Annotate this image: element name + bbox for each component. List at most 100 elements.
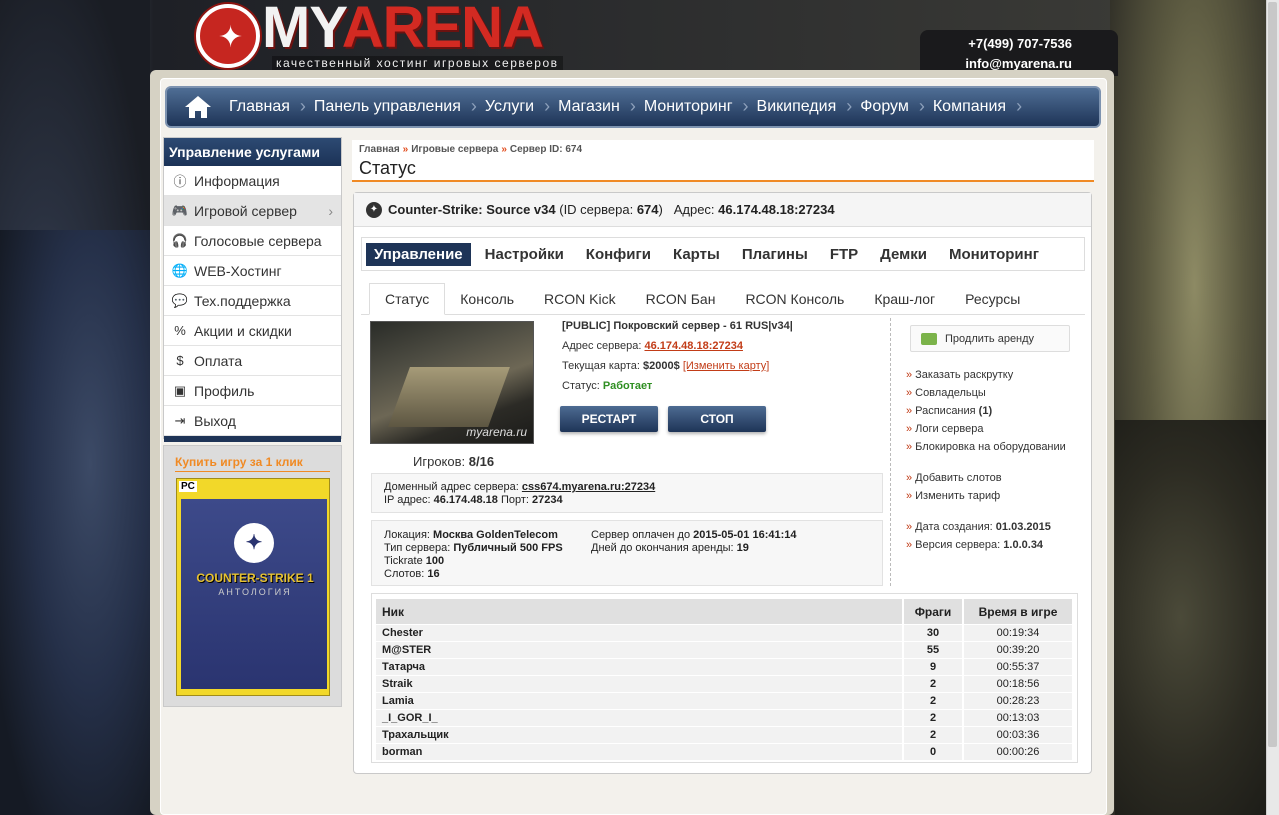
col-nick[interactable]: Ник [376, 599, 904, 624]
map-preview-image: myarena.ru [370, 321, 534, 444]
sidebar-item-voice-servers[interactable]: 🎧 Голосовые сервера [164, 226, 341, 256]
created-date: 01.03.2015 [995, 521, 1051, 533]
logo-icon[interactable]: ✦ [196, 4, 260, 68]
subtab-status[interactable]: Статус [369, 283, 446, 315]
logo-text[interactable]: MYARENA [262, 0, 544, 58]
subtab-rcon-kick[interactable]: RCON Kick [529, 284, 631, 314]
change-map-link[interactable]: [Изменить карту] [683, 360, 770, 372]
status-badge: Работает [602, 380, 653, 392]
map-value: $2000$ [643, 360, 680, 372]
server-address-link[interactable]: 46.174.48.18:27234 [644, 340, 742, 352]
tab-plugins[interactable]: Плагины [734, 243, 816, 266]
tab-settings[interactable]: Настройки [477, 243, 572, 266]
counter-strike-logo-icon: ✦ [234, 523, 274, 563]
link-promote[interactable]: » Заказать раскрутку [906, 366, 1076, 384]
link-schedules[interactable]: » Расписания (1) [906, 402, 1076, 420]
subtab-rcon-ban[interactable]: RCON Бан [631, 284, 731, 314]
paid-value: 2015-05-01 16:41:14 [693, 529, 797, 541]
subtab-resources[interactable]: Ресурсы [950, 284, 1035, 314]
link-server-logs[interactable]: » Логи сервера [906, 420, 1076, 438]
players-table-box: Ник Фраги Время в игре Chester 30 00:19:34… [371, 593, 1078, 763]
main-nav: Главная Панель управления Услуги Магазин… [165, 86, 1101, 128]
players-count: Игроков: 8/16 [413, 454, 494, 469]
sidebar-item-label: Оплата [194, 352, 243, 369]
dollar-icon: $ [176, 353, 184, 368]
player-time: 00:18:56 [964, 676, 1074, 692]
player-nick: _I_GOR_I_ [376, 710, 904, 726]
chevron-right-icon: › [328, 202, 333, 219]
chat-icon: 💬 [171, 292, 189, 308]
stop-button[interactable]: СТОП [668, 406, 766, 432]
tab-maps[interactable]: Карты [665, 243, 728, 266]
nav-item-shop[interactable]: Магазин [546, 96, 635, 117]
col-frags[interactable]: Фраги [904, 599, 964, 624]
player-frags: 2 [904, 693, 964, 709]
server-game: Counter-Strike: Source v34 [388, 202, 556, 217]
players-label: Игроков: [413, 454, 466, 469]
sidebar-item-game-server[interactable]: 🎮 Игровой сервер › [164, 196, 341, 226]
nav-item-services[interactable]: Услуги [473, 96, 550, 117]
sidebar-item-label: Выход [194, 412, 236, 429]
link-change-tariff[interactable]: » Изменить тариф [906, 487, 1076, 505]
gamepad-icon: 🎮 [171, 202, 189, 218]
sidebar-item-info[interactable]: ⓘ Информация [164, 166, 341, 196]
logo-slogan: качественный хостинг игровых серверов [272, 56, 563, 70]
player-nick: Трахальщик [376, 727, 904, 743]
nav-item-home[interactable]: Главная [217, 96, 306, 117]
sidebar-item-payment[interactable]: $ Оплата [164, 346, 341, 376]
breadcrumb-servers[interactable]: Игровые сервера [411, 144, 498, 155]
subtab-crash-log[interactable]: Краш-лог [859, 284, 950, 314]
breadcrumb-home[interactable]: Главная [359, 144, 400, 155]
link-hardware-ban[interactable]: » Блокировка на оборудовании [906, 438, 1076, 456]
address-box: Доменный адрес сервера: css674.myarena.r… [371, 473, 883, 513]
home-icon[interactable] [179, 91, 217, 123]
port-value: 27234 [532, 494, 563, 506]
nav-item-wiki[interactable]: Википедия [745, 96, 852, 117]
player-time: 00:19:34 [964, 625, 1074, 641]
sidebar-item-label: Профиль [194, 382, 255, 399]
scrollbar-thumb[interactable] [1268, 2, 1277, 747]
location-value: Москва GoldenTelecom [433, 529, 558, 541]
location-box: Локация: Москва GoldenTelecom Тип сервер… [371, 520, 883, 586]
player-frags: 55 [904, 642, 964, 658]
tab-monitoring[interactable]: Мониторинг [941, 243, 1047, 266]
link-coowners[interactable]: » Совладельцы [906, 384, 1076, 402]
sidebar-item-web-hosting[interactable]: 🌐 WEB-Хостинг [164, 256, 341, 286]
sidebar-item-support[interactable]: 💬 Тех.поддержка [164, 286, 341, 316]
domain-value[interactable]: css674.myarena.ru:27234 [522, 481, 655, 493]
nav-item-control-panel[interactable]: Панель управления [302, 96, 477, 117]
status-label: Статус: [562, 380, 600, 392]
extend-rent-button[interactable]: Продлить аренду [910, 325, 1070, 352]
slots-value: 16 [427, 568, 440, 580]
subtab-console[interactable]: Консоль [445, 284, 529, 314]
restart-button[interactable]: РЕСТАРТ [560, 406, 658, 432]
nav-item-forum[interactable]: Форум [848, 96, 924, 117]
link-add-slots[interactable]: » Добавить слотов [906, 469, 1076, 487]
buy-game-title[interactable]: Купить игру за 1 клик [175, 455, 330, 472]
background-right-soldier-art [1115, 420, 1279, 815]
sidebar-item-logout[interactable]: ⇥ Выход [164, 406, 341, 436]
status-row: Статус: Работает [562, 380, 882, 392]
type-label: Тип сервера: [384, 542, 451, 554]
table-row: Chester 30 00:19:34 [376, 625, 1074, 641]
tab-control[interactable]: Управление [366, 242, 471, 266]
table-header-row: Ник Фраги Время в игре [376, 599, 1074, 624]
tab-configs[interactable]: Конфиги [578, 243, 659, 266]
sidebar: Управление услугами ⓘ Информация 🎮 Игровой… [163, 137, 342, 442]
ip-label: IP адрес: [384, 494, 431, 506]
tick-label: Tickrate [384, 555, 423, 567]
players-value: 8/16 [468, 454, 495, 469]
sidebar-title: Управление услугами [164, 138, 341, 166]
game-cover-image[interactable]: PC ✦ COUNTER-STRIKE 1 АНТОЛОГИЯ [176, 478, 330, 696]
sidebar-item-label: Информация [194, 172, 280, 189]
sidebar-item-profile[interactable]: ▣ Профиль [164, 376, 341, 406]
nav-item-monitoring[interactable]: Мониторинг [632, 96, 748, 117]
tab-ftp[interactable]: FTP [822, 243, 866, 266]
col-time[interactable]: Время в игре [964, 599, 1074, 624]
player-time: 00:03:36 [964, 727, 1074, 743]
globe-icon: 🌐 [171, 262, 189, 278]
nav-item-company[interactable]: Компания [921, 96, 1022, 117]
subtab-rcon-console[interactable]: RCON Консоль [730, 284, 859, 314]
tab-demos[interactable]: Демки [872, 243, 935, 266]
sidebar-item-promotions[interactable]: % Акции и скидки [164, 316, 341, 346]
